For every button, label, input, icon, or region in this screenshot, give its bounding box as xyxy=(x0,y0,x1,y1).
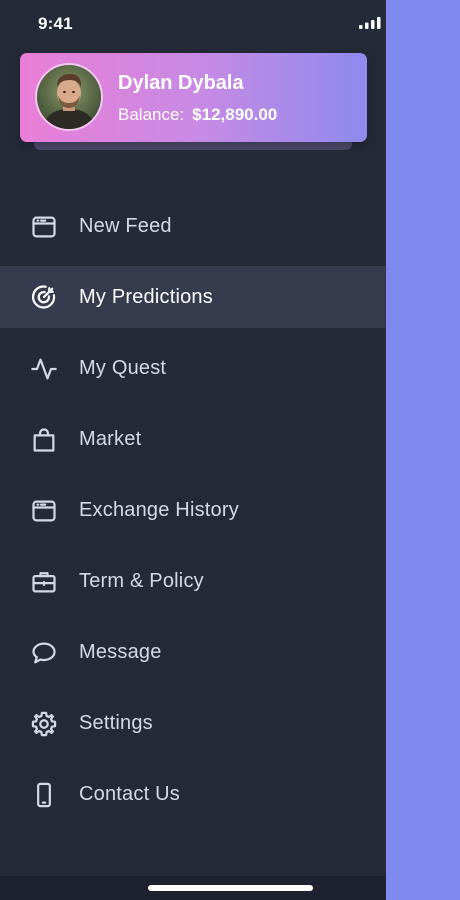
balance-label: Balance: xyxy=(118,105,185,124)
menu-item-label: Market xyxy=(79,428,142,450)
menu-item-label: My Predictions xyxy=(79,285,213,308)
balance-row: Balance: $12,890.00 xyxy=(118,105,277,125)
profile-name: Dylan Dybala xyxy=(118,72,244,94)
activity-pulse-icon xyxy=(29,354,59,384)
menu-item-label: Settings xyxy=(79,712,153,734)
chat-bubble-icon xyxy=(29,638,59,668)
menu-item-message[interactable]: Message xyxy=(0,617,386,688)
menu-item-term-policy[interactable]: Term & Policy xyxy=(0,546,386,617)
menu-item-label: New Feed xyxy=(79,215,172,237)
user-avatar-icon xyxy=(37,65,101,129)
shopping-bag-icon xyxy=(29,425,59,455)
menu-item-settings[interactable]: Settings xyxy=(0,688,386,759)
avatar[interactable] xyxy=(35,63,103,131)
smartphone-icon xyxy=(29,780,59,810)
status-time: 9:41 xyxy=(38,14,73,33)
profile-card[interactable]: Dylan Dybala Balance: $12,890.00 xyxy=(20,53,367,142)
menu-item-my-quest[interactable]: My Quest xyxy=(0,333,386,404)
menu-item-market[interactable]: Market xyxy=(0,404,386,475)
target-icon xyxy=(29,282,59,312)
menu-item-contact-us[interactable]: Contact Us xyxy=(0,759,386,830)
menu-item-label: Exchange History xyxy=(79,499,239,521)
menu-item-label: Message xyxy=(79,641,162,663)
menu-item-exchange-history[interactable]: Exchange History xyxy=(0,475,386,546)
browser-window-icon xyxy=(29,212,59,242)
status-bar: 9:41 xyxy=(0,0,386,48)
cellular-signal-icon xyxy=(359,17,381,29)
navigation-drawer: 9:41 Dylan Dybala Balance: $12,890.00 Ne… xyxy=(0,0,386,900)
menu-item-label: My Quest xyxy=(79,357,167,379)
menu-item-new-feed[interactable]: New Feed xyxy=(0,191,386,262)
menu-item-label: Term & Policy xyxy=(79,570,204,592)
balance-value: $12,890.00 xyxy=(192,105,278,124)
home-indicator[interactable] xyxy=(148,885,313,891)
menu-item-label: Contact Us xyxy=(79,783,180,805)
menu-list: New Feed My Predictions My Quest Market xyxy=(0,191,386,830)
browser-window-icon xyxy=(29,496,59,526)
briefcase-icon xyxy=(29,567,59,597)
menu-item-my-predictions[interactable]: My Predictions xyxy=(0,266,386,328)
gear-icon xyxy=(29,709,59,739)
